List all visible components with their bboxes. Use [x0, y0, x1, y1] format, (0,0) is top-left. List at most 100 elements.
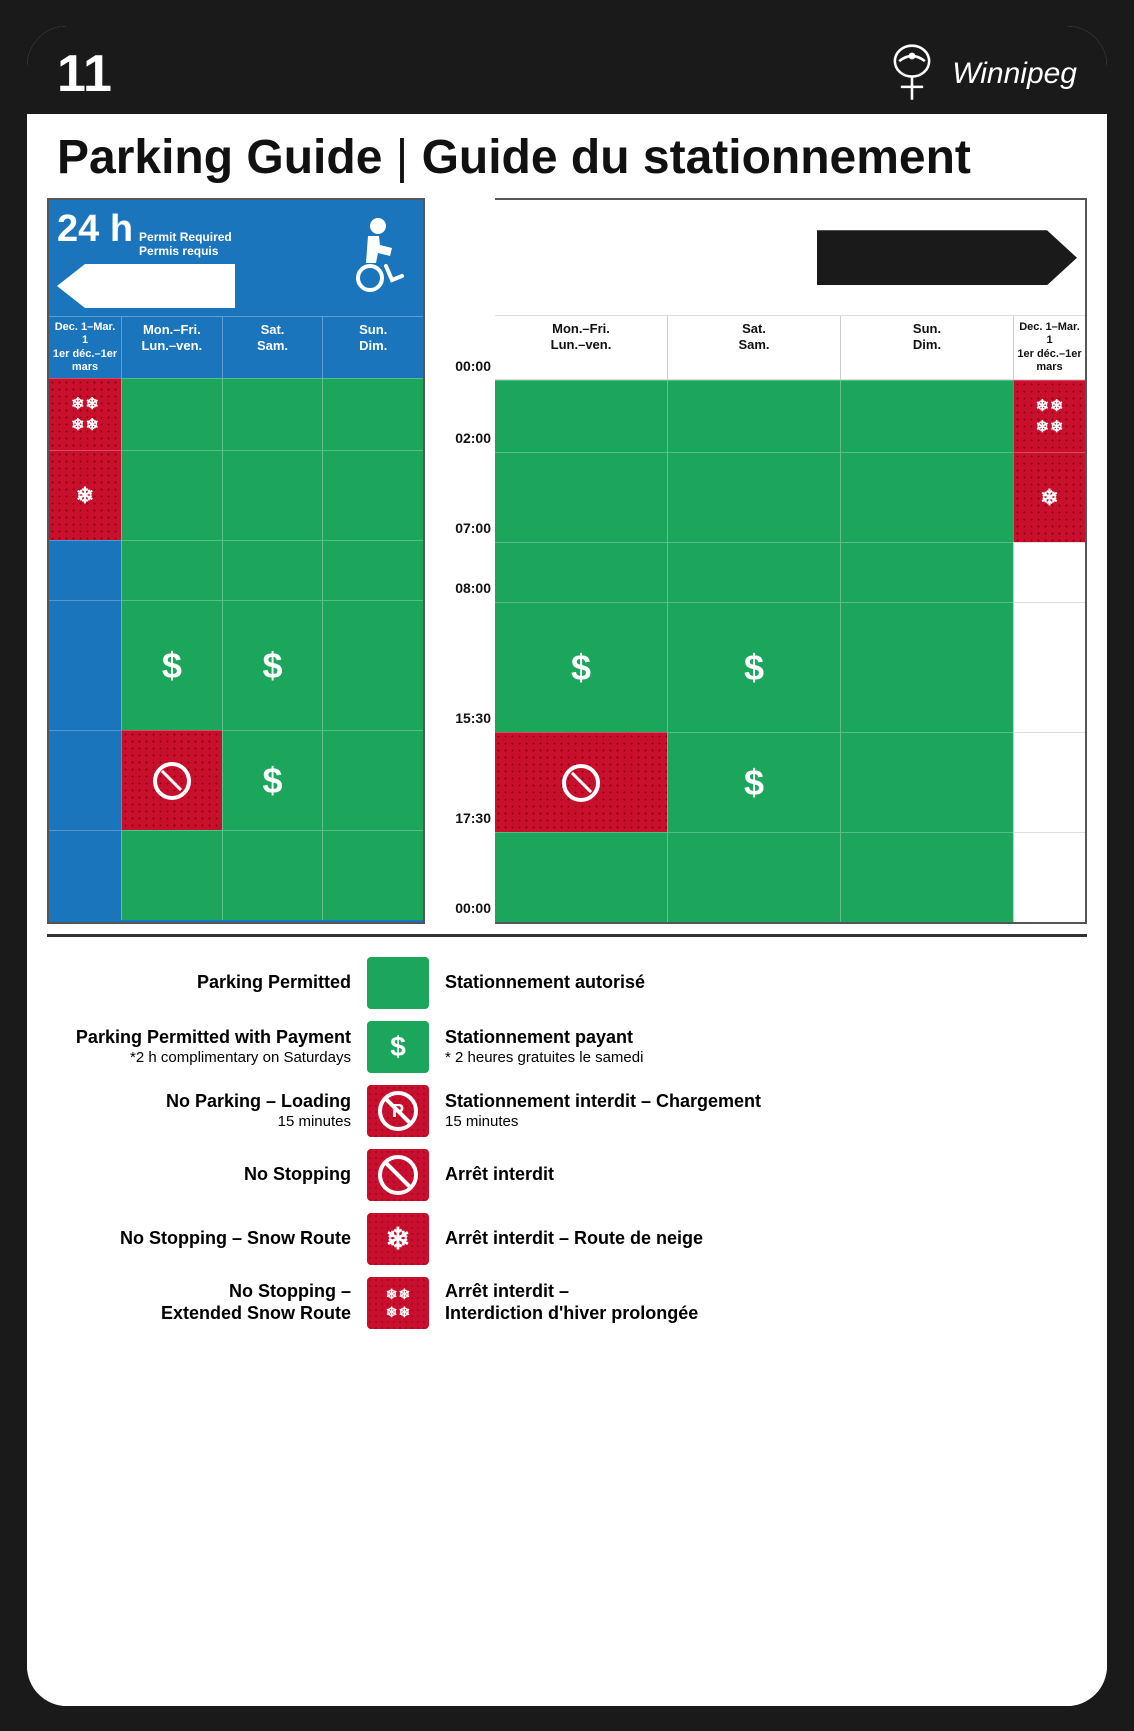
left-cell-sun-5: [322, 730, 423, 830]
left-cell-sun-6: [322, 830, 423, 920]
left-snow-date: Dec. 1–Mar. 1 1er déc.–1er mars: [49, 317, 121, 378]
right-row-3: [495, 542, 1085, 602]
left-cell-sat-5: $: [222, 730, 323, 830]
right-row-2: ❄: [495, 452, 1085, 542]
left-cell-sun-4: [322, 600, 423, 730]
legend-row-4: No Stopping Arrêt interdit: [57, 1149, 1077, 1201]
legend-label-right-3: Stationnement interdit – Chargement 15 m…: [429, 1091, 1077, 1131]
left-col-monFri: Mon.–Fri. Lun.–ven.: [121, 317, 222, 378]
charts-area: 24 h Permit Required Permis requis: [47, 198, 1087, 924]
legend-row-1: Parking Permitted Stationnement autorisé: [57, 957, 1077, 1009]
left-snow-5: [49, 730, 121, 830]
legend-icon-3: P: [367, 1085, 429, 1137]
page-title: Parking Guide | Guide du stationnement: [57, 132, 1077, 185]
logo-text: Winnipeg: [952, 57, 1077, 91]
right-snow-2: ❄: [1013, 452, 1085, 542]
tax-row-4: 08:00: [425, 581, 495, 711]
tax-row-3: 07:00: [425, 521, 495, 581]
right-cell-sun-6: [840, 832, 1013, 922]
right-cell-sat-2: [667, 452, 840, 542]
legend-label-left-4: No Stopping: [57, 1164, 367, 1186]
legend-label-left-1: Parking Permitted: [57, 972, 367, 994]
left-col-sun: Sun. Dim.: [322, 317, 423, 378]
left-cell-monFri-6: [121, 830, 222, 920]
legend-label-left-2: Parking Permitted with Payment *2 h comp…: [57, 1027, 367, 1067]
right-cell-sun-2: [840, 452, 1013, 542]
right-cell-sat-3: [667, 542, 840, 602]
winnipeg-logo-icon: [882, 44, 942, 104]
legend-icon-4: [367, 1149, 429, 1201]
left-row-5: $: [49, 730, 423, 830]
legend-label-right-2: Stationnement payant * 2 heures gratuite…: [429, 1027, 1077, 1067]
left-chart: 24 h Permit Required Permis requis: [47, 198, 425, 924]
tax-row-7: 00:00: [425, 901, 495, 921]
right-cell-sat-6: [667, 832, 840, 922]
legend-icon-1: [367, 957, 429, 1009]
right-row-5: $: [495, 732, 1085, 832]
no-stop-circle-right: [562, 764, 600, 802]
legend-label-left-5: No Stopping – Snow Route: [57, 1228, 367, 1250]
right-row-4: $ $: [495, 602, 1085, 732]
left-cell-sat-6: [222, 830, 323, 920]
right-cell-sat-1: [667, 380, 840, 452]
tax-row-2: 02:00: [425, 431, 495, 521]
left-row-6: [49, 830, 423, 920]
header: 11 Winnipeg: [27, 26, 1107, 114]
legend-label-right-1: Stationnement autorisé: [429, 972, 1077, 994]
right-arrow: [817, 230, 1077, 285]
legend-label-left-6: No Stopping – Extended Snow Route: [57, 1281, 367, 1324]
no-stop-circle-left: [153, 762, 191, 800]
left-snow-6: [49, 830, 121, 920]
left-cell-sun-1: [322, 378, 423, 450]
left-cell-sun-2: [322, 450, 423, 540]
right-cell-monFri-3: [495, 542, 667, 602]
left-snow-2: ❄: [49, 450, 121, 540]
left-cell-monFri-2: [121, 450, 222, 540]
right-cell-monFri-1: [495, 380, 667, 452]
right-cell-monFri-2: [495, 452, 667, 542]
left-snow-3: [49, 540, 121, 600]
tax-row-6: 17:30: [425, 811, 495, 901]
right-snow-4: [1013, 602, 1085, 732]
left-cell-monFri-1: [121, 378, 222, 450]
left-snow-1: ❄❄❄❄: [49, 378, 121, 450]
right-snow-6: [1013, 832, 1085, 922]
left-cell-sat-4: $: [222, 600, 323, 730]
legend-row-6: No Stopping – Extended Snow Route ❄❄❄❄ A…: [57, 1277, 1077, 1329]
card: 11 Winnipeg Parking Guide | Guide du sta…: [27, 26, 1107, 1706]
logo: Winnipeg: [882, 44, 1077, 104]
legend-label-left-3: No Parking – Loading 15 minutes: [57, 1091, 367, 1131]
wheelchair-icon: [340, 218, 415, 298]
right-col-headers: Mon.–Fri. Lun.–ven. Sat. Sam. Sun. Dim. …: [495, 315, 1085, 380]
tax-row-1: 00:00: [425, 359, 495, 431]
left-row-1: ❄❄❄❄: [49, 378, 423, 450]
right-cell-sat-4: $: [667, 602, 840, 732]
right-col-sun: Sun. Dim.: [840, 316, 1013, 379]
tax-row-5: 15:30: [425, 711, 495, 811]
left-cell-monFri-4: $: [121, 600, 222, 730]
legend-row-3: No Parking – Loading 15 minutes P Statio…: [57, 1085, 1077, 1137]
right-cell-sat-5: $: [667, 732, 840, 832]
left-cell-monFri-5: [121, 730, 222, 830]
left-row-4: $ $: [49, 600, 423, 730]
page-number: 11: [57, 48, 112, 100]
right-cell-sun-5: [840, 732, 1013, 832]
left-col-headers: Dec. 1–Mar. 1 1er déc.–1er mars Mon.–Fri…: [49, 316, 423, 378]
right-data-rows: ❄❄❄❄ ❄: [495, 380, 1085, 922]
right-row-6: [495, 832, 1085, 922]
left-data-rows: ❄❄❄❄ ❄: [49, 378, 423, 920]
right-cell-sun-4: [840, 602, 1013, 732]
permit-fr: Permis requis: [139, 244, 232, 258]
no-p-icon: P: [378, 1091, 418, 1131]
left-cell-monFri-3: [121, 540, 222, 600]
left-cell-sun-3: [322, 540, 423, 600]
left-row-2: ❄: [49, 450, 423, 540]
permit-en: Permit Required: [139, 230, 232, 244]
right-chart-header: [495, 200, 1085, 315]
right-cell-sun-1: [840, 380, 1013, 452]
right-cell-monFri-4: $: [495, 602, 667, 732]
right-snow-5: [1013, 732, 1085, 832]
no-stop-legend-icon: [378, 1155, 418, 1195]
tax-header-space: [425, 198, 495, 313]
legend-icon-6: ❄❄❄❄: [367, 1277, 429, 1329]
